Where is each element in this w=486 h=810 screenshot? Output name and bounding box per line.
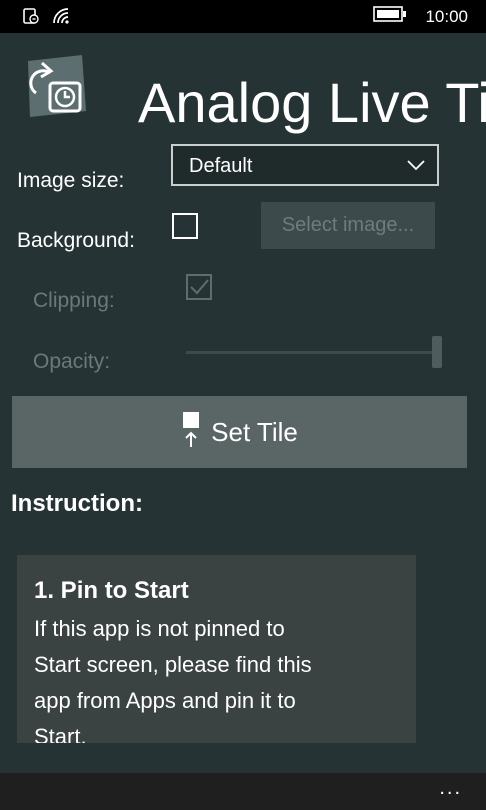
- instruction-card: 1. Pin to Start If this app is not pinne…: [17, 555, 416, 743]
- set-tile-button[interactable]: Set Tile: [12, 396, 467, 468]
- background-label: Background:: [17, 229, 135, 252]
- instruction-card-title: 1. Pin to Start: [34, 577, 189, 604]
- app-title: Analog Live Ti: [138, 71, 486, 134]
- opacity-slider-thumb[interactable]: [432, 336, 442, 368]
- app-bar: ...: [0, 773, 486, 810]
- opacity-slider-track[interactable]: [186, 351, 436, 354]
- select-image-button[interactable]: Select image...: [261, 202, 435, 249]
- chevron-down-icon: [407, 158, 425, 176]
- instruction-line: app from Apps and pin it to: [34, 688, 296, 713]
- pin-tile-icon: [181, 411, 201, 453]
- status-bar: 10:00: [0, 0, 486, 33]
- app-content: Analog Live Ti Image size: Default Backg…: [0, 33, 486, 773]
- instruction-card-body: If this app is not pinned to Start scree…: [34, 611, 400, 743]
- image-size-value: Default: [189, 155, 253, 177]
- image-size-label: Image size:: [17, 169, 125, 192]
- clipping-checkbox[interactable]: [186, 274, 212, 300]
- image-size-dropdown[interactable]: Default: [171, 144, 439, 186]
- background-checkbox[interactable]: [172, 213, 198, 239]
- checkmark-icon: [190, 279, 209, 295]
- clipping-label: Clipping:: [33, 289, 115, 312]
- battery-icon: [373, 6, 407, 27]
- instruction-line: If this app is not pinned to: [34, 616, 285, 641]
- rotation-lock-icon: [22, 7, 40, 30]
- instruction-line: Start screen, please find this: [34, 652, 312, 677]
- wifi-icon: [52, 7, 74, 30]
- instruction-heading: Instruction:: [11, 490, 143, 517]
- set-tile-label: Set Tile: [211, 416, 298, 447]
- more-options-button[interactable]: ...: [439, 777, 462, 800]
- clock-time: 10:00: [425, 6, 468, 26]
- opacity-label: Opacity:: [33, 350, 111, 373]
- rotating-clock-tile-icon: [20, 55, 86, 121]
- instruction-line: Start.: [34, 724, 87, 743]
